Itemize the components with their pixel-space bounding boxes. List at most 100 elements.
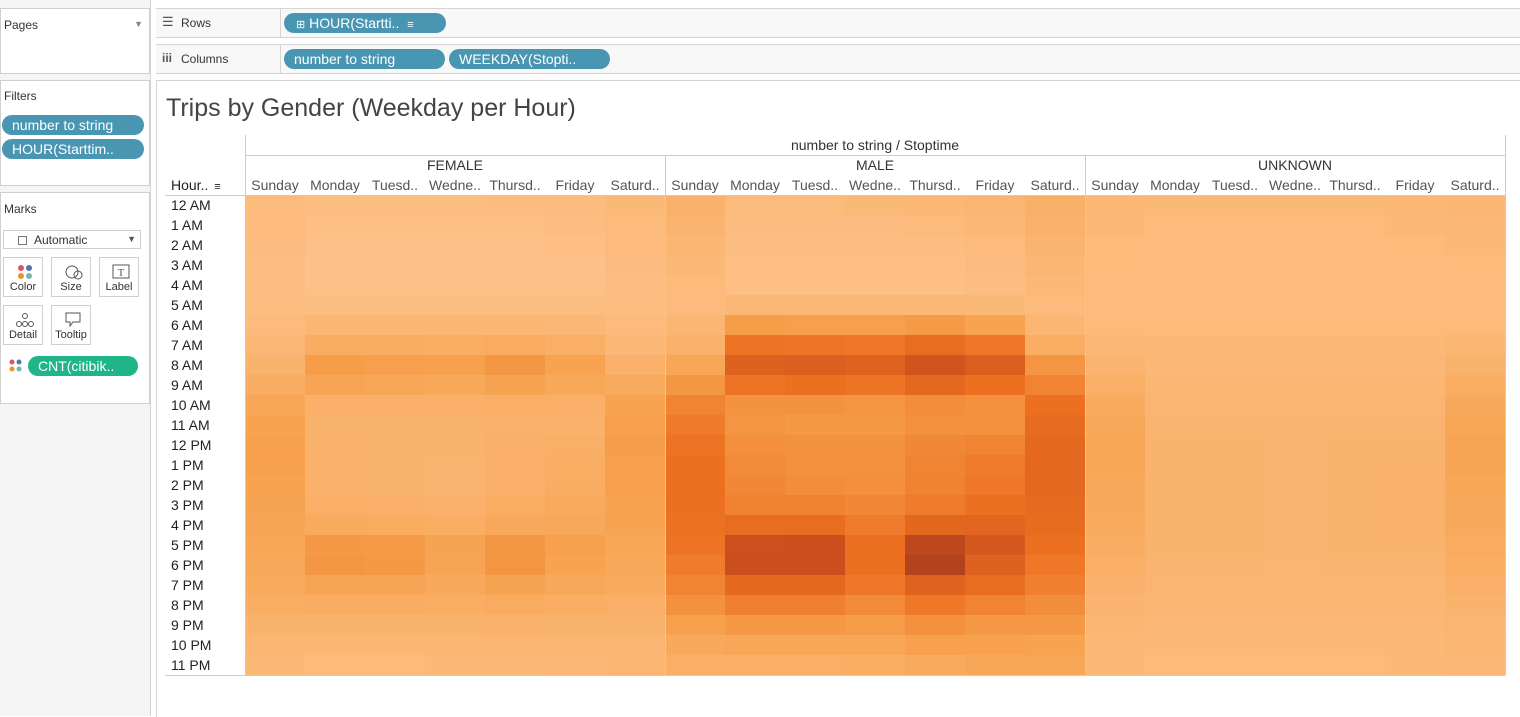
heat-cell-male-0-0[interactable] — [665, 195, 725, 215]
heat-cell-unknown-4-0[interactable] — [1325, 195, 1385, 215]
heat-cell-male-6-7[interactable] — [1025, 335, 1085, 355]
heat-cell-male-6-3[interactable] — [1025, 255, 1085, 275]
heat-cell-unknown-2-0[interactable] — [1205, 195, 1265, 215]
heat-cell-male-2-13[interactable] — [785, 455, 845, 475]
heat-cell-female-5-12[interactable] — [545, 435, 605, 455]
heat-cell-female-1-19[interactable] — [305, 575, 365, 595]
heat-cell-male-1-18[interactable] — [725, 555, 785, 575]
heat-cell-male-4-20[interactable] — [905, 595, 965, 615]
heat-cell-male-6-15[interactable] — [1025, 495, 1085, 515]
heat-cell-female-1-17[interactable] — [305, 535, 365, 555]
heat-cell-female-0-11[interactable] — [245, 415, 305, 435]
day-header-male-4[interactable]: Thursd.. — [905, 177, 965, 193]
heat-cell-female-5-17[interactable] — [545, 535, 605, 555]
heat-cell-male-4-19[interactable] — [905, 575, 965, 595]
heat-cell-unknown-2-16[interactable] — [1205, 515, 1265, 535]
heat-cell-unknown-5-6[interactable] — [1385, 315, 1445, 335]
heat-cell-male-0-5[interactable] — [665, 295, 725, 315]
heat-cell-unknown-0-3[interactable] — [1085, 255, 1145, 275]
day-header-female-5[interactable]: Friday — [545, 177, 605, 193]
heat-cell-unknown-0-14[interactable] — [1085, 475, 1145, 495]
heat-cell-female-0-22[interactable] — [245, 635, 305, 655]
heat-cell-unknown-1-0[interactable] — [1145, 195, 1205, 215]
heat-cell-male-0-13[interactable] — [665, 455, 725, 475]
hour-label[interactable]: 3 PM — [171, 497, 204, 513]
heat-cell-unknown-2-15[interactable] — [1205, 495, 1265, 515]
heat-cell-female-6-4[interactable] — [605, 275, 665, 295]
heat-cell-unknown-6-1[interactable] — [1445, 215, 1505, 235]
heat-cell-female-3-3[interactable] — [425, 255, 485, 275]
heat-cell-unknown-0-21[interactable] — [1085, 615, 1145, 635]
heat-cell-male-0-22[interactable] — [665, 635, 725, 655]
day-header-male-3[interactable]: Wedne.. — [845, 177, 905, 193]
heat-cell-unknown-5-0[interactable] — [1385, 195, 1445, 215]
heat-cell-male-4-16[interactable] — [905, 515, 965, 535]
heat-cell-male-3-5[interactable] — [845, 295, 905, 315]
columns-pill-number-to-string[interactable]: number to string — [284, 49, 445, 69]
heat-cell-male-3-19[interactable] — [845, 575, 905, 595]
heat-cell-female-1-5[interactable] — [305, 295, 365, 315]
heat-cell-male-5-2[interactable] — [965, 235, 1025, 255]
heat-cell-unknown-6-12[interactable] — [1445, 435, 1505, 455]
heat-cell-female-5-10[interactable] — [545, 395, 605, 415]
hour-label[interactable]: 7 AM — [171, 337, 203, 353]
heat-cell-male-5-7[interactable] — [965, 335, 1025, 355]
heat-cell-unknown-1-2[interactable] — [1145, 235, 1205, 255]
heat-cell-unknown-0-4[interactable] — [1085, 275, 1145, 295]
heat-cell-male-4-18[interactable] — [905, 555, 965, 575]
heat-cell-unknown-5-14[interactable] — [1385, 475, 1445, 495]
heat-cell-unknown-3-3[interactable] — [1265, 255, 1325, 275]
filter-pill-hour[interactable]: HOUR(Starttim.. — [2, 139, 144, 159]
heat-cell-female-0-18[interactable] — [245, 555, 305, 575]
heat-cell-male-5-20[interactable] — [965, 595, 1025, 615]
heat-cell-unknown-5-13[interactable] — [1385, 455, 1445, 475]
heat-cell-male-1-8[interactable] — [725, 355, 785, 375]
heat-cell-female-1-14[interactable] — [305, 475, 365, 495]
heat-cell-unknown-4-1[interactable] — [1325, 215, 1385, 235]
heat-cell-male-2-20[interactable] — [785, 595, 845, 615]
heat-cell-male-4-0[interactable] — [905, 195, 965, 215]
heat-cell-unknown-0-16[interactable] — [1085, 515, 1145, 535]
heat-cell-unknown-6-21[interactable] — [1445, 615, 1505, 635]
heat-cell-unknown-1-1[interactable] — [1145, 215, 1205, 235]
heat-cell-female-3-12[interactable] — [425, 435, 485, 455]
heat-cell-male-1-12[interactable] — [725, 435, 785, 455]
heat-cell-unknown-6-0[interactable] — [1445, 195, 1505, 215]
heat-cell-female-4-23[interactable] — [485, 655, 545, 675]
heat-cell-male-3-4[interactable] — [845, 275, 905, 295]
heat-cell-unknown-0-2[interactable] — [1085, 235, 1145, 255]
heat-cell-unknown-5-9[interactable] — [1385, 375, 1445, 395]
heat-cell-male-4-3[interactable] — [905, 255, 965, 275]
heat-cell-male-1-6[interactable] — [725, 315, 785, 335]
heat-cell-female-1-0[interactable] — [305, 195, 365, 215]
heat-cell-male-0-3[interactable] — [665, 255, 725, 275]
heat-cell-unknown-1-3[interactable] — [1145, 255, 1205, 275]
heat-cell-female-1-22[interactable] — [305, 635, 365, 655]
heat-cell-female-2-20[interactable] — [365, 595, 425, 615]
heat-cell-unknown-2-6[interactable] — [1205, 315, 1265, 335]
heat-cell-unknown-0-12[interactable] — [1085, 435, 1145, 455]
heat-cell-male-4-17[interactable] — [905, 535, 965, 555]
heat-cell-unknown-6-5[interactable] — [1445, 295, 1505, 315]
heat-cell-male-1-4[interactable] — [725, 275, 785, 295]
heat-cell-unknown-2-13[interactable] — [1205, 455, 1265, 475]
heat-cell-unknown-4-4[interactable] — [1325, 275, 1385, 295]
heat-cell-unknown-4-21[interactable] — [1325, 615, 1385, 635]
heat-cell-male-1-3[interactable] — [725, 255, 785, 275]
heat-cell-unknown-2-4[interactable] — [1205, 275, 1265, 295]
heat-cell-unknown-2-1[interactable] — [1205, 215, 1265, 235]
heat-cell-male-1-21[interactable] — [725, 615, 785, 635]
heat-cell-unknown-6-10[interactable] — [1445, 395, 1505, 415]
hour-label[interactable]: 7 PM — [171, 577, 204, 593]
heat-cell-female-3-20[interactable] — [425, 595, 485, 615]
heat-cell-female-1-21[interactable] — [305, 615, 365, 635]
heat-cell-unknown-0-11[interactable] — [1085, 415, 1145, 435]
heat-cell-female-3-9[interactable] — [425, 375, 485, 395]
heat-cell-female-6-10[interactable] — [605, 395, 665, 415]
heat-cell-female-2-15[interactable] — [365, 495, 425, 515]
heat-cell-female-6-21[interactable] — [605, 615, 665, 635]
heat-cell-unknown-3-11[interactable] — [1265, 415, 1325, 435]
heat-cell-female-5-13[interactable] — [545, 455, 605, 475]
heat-cell-unknown-4-17[interactable] — [1325, 535, 1385, 555]
heat-cell-male-6-0[interactable] — [1025, 195, 1085, 215]
